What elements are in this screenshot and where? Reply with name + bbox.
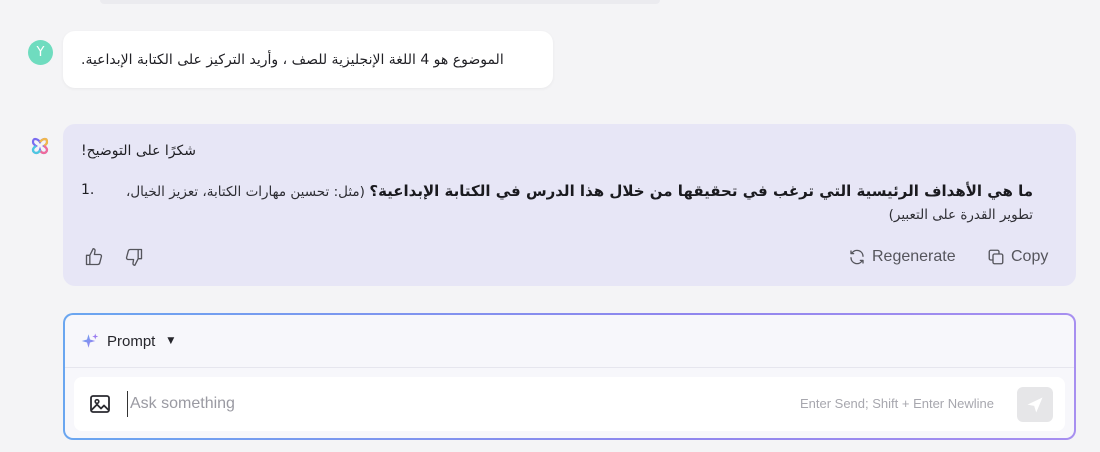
previous-message-edge (100, 0, 660, 4)
assistant-message-bubble: شكرًا على التوضيح! 1. ما هي الأهداف الرئ… (63, 124, 1076, 286)
user-message-bubble: الموضوع هو 4 اللغة الإنجليزية للصف ، وأر… (63, 31, 553, 88)
regenerate-button[interactable]: Regenerate (848, 245, 956, 269)
thumbs-down-button[interactable] (123, 246, 145, 268)
refresh-icon (850, 249, 864, 265)
prompt-mode-label: Prompt (107, 332, 156, 350)
regenerate-label: Regenerate (872, 248, 956, 265)
send-hint: Enter Send; Shift + Enter Newline (799, 396, 994, 411)
list-item-body: ما هي الأهداف الرئيسية التي ترغب في تحقي… (103, 180, 1033, 227)
send-icon (1027, 397, 1043, 412)
send-button[interactable] (1017, 387, 1053, 422)
copy-icon (988, 249, 1004, 265)
list-item-question: ما هي الأهداف الرئيسية التي ترغب في تحقي… (369, 182, 1033, 200)
copy-label: Copy (1011, 248, 1049, 265)
assistant-logo-icon (31, 137, 49, 155)
list-item-number: 1. (81, 182, 95, 198)
thumbs-down-icon (125, 248, 143, 266)
list-item: 1. ما هي الأهداف الرئيسية التي ترغب في ت… (81, 180, 1033, 227)
ask-input[interactable] (127, 391, 727, 417)
assistant-greeting: شكرًا على التوضيح! (81, 143, 197, 159)
prompt-mode-dropdown[interactable]: Prompt ▼ (81, 332, 174, 350)
input-row: Enter Send; Shift + Enter Newline (74, 377, 1065, 431)
thumbs-up-button[interactable] (83, 246, 105, 268)
user-message-text: الموضوع هو 4 اللغة الإنجليزية للصف ، وأر… (81, 51, 504, 68)
caret-down-icon: ▼ (167, 336, 175, 346)
thumbs-up-icon (85, 248, 103, 266)
prompt-composer: Prompt ▼ Enter Send; Shift + Enter Newli… (63, 313, 1076, 440)
copy-button[interactable]: Copy (987, 245, 1048, 269)
sparkle-icon (81, 333, 99, 348)
composer-divider (65, 367, 1074, 368)
user-avatar-letter: Y (36, 45, 45, 60)
user-avatar: Y (28, 40, 53, 65)
composer-panel: Prompt ▼ Enter Send; Shift + Enter Newli… (65, 315, 1074, 438)
image-upload-icon[interactable] (88, 392, 112, 416)
